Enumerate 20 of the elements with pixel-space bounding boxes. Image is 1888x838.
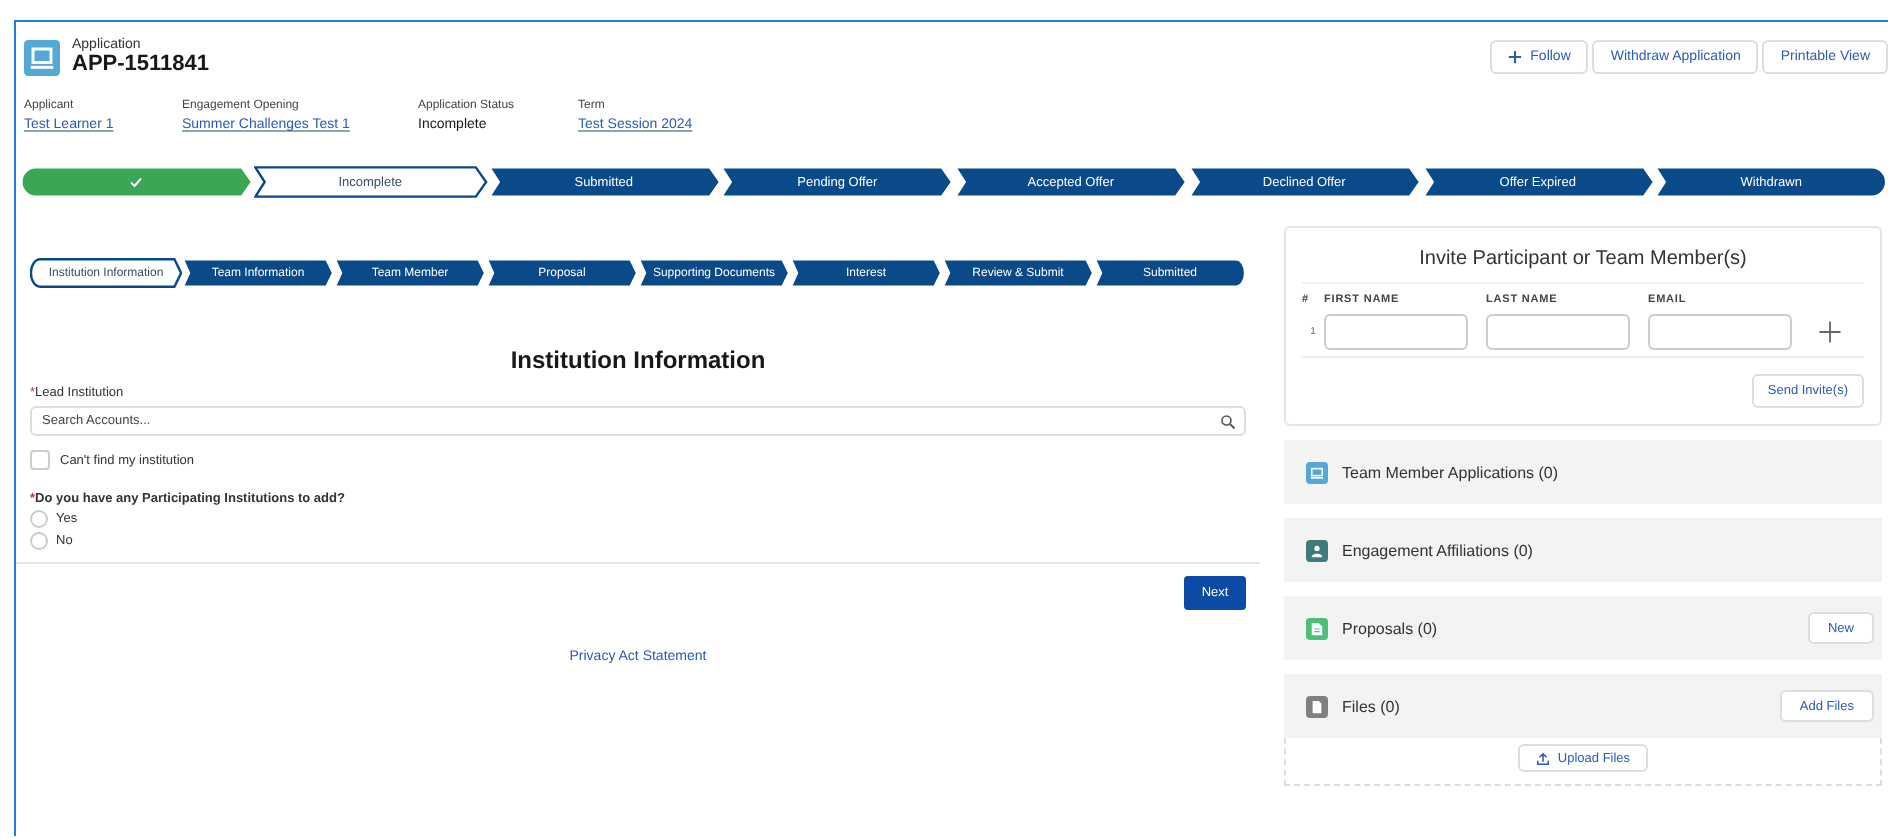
plus-icon [1508,50,1523,64]
checkbox[interactable] [30,450,50,470]
form-title: Institution Information [508,346,768,374]
add-icon [1818,320,1842,344]
radio-button[interactable] [30,510,48,528]
text-field[interactable] [1324,314,1468,350]
upload-icon [1535,751,1550,765]
radio-button[interactable] [30,532,48,550]
record-icon [24,39,60,75]
related-list-title: Team Member Applications (0) [1342,463,1559,481]
check-icon [128,174,145,190]
related-list-title: Engagement Affiliations (0) [1342,541,1533,559]
search-icon [1220,413,1236,429]
related-list-title: Proposals (0) [1342,619,1438,637]
related-list-title: Files (0) [1342,697,1400,715]
path-stage[interactable] [20,166,254,198]
text-field[interactable] [1648,314,1792,350]
card-title: Invite Participant or Team Member(s) [1417,246,1749,274]
text-field[interactable] [1486,314,1630,350]
record-title: APP-1511841 [72,52,209,76]
